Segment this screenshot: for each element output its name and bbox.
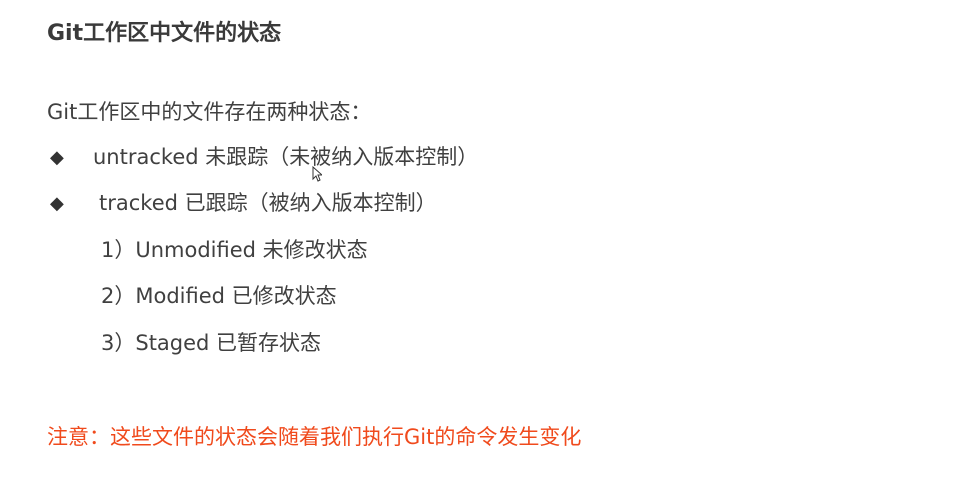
bullet-untracked: untracked 未跟踪（未被纳入版本控制） [93, 145, 479, 169]
state-unmodified: 1）Unmodified 未修改状态 [101, 238, 368, 262]
bullet-diamond-icon: ◆ [50, 193, 64, 214]
slide-title: Git工作区中文件的状态 [47, 21, 282, 46]
mouse-cursor-icon [312, 166, 322, 182]
bullet-tracked: tracked 已跟踪（被纳入版本控制） [99, 191, 437, 215]
intro-text: Git工作区中的文件存在两种状态： [47, 100, 372, 124]
note-text: 注意：这些文件的状态会随着我们执行Git的命令发生变化 [47, 425, 582, 449]
state-staged: 3）Staged 已暂存状态 [101, 331, 322, 355]
state-modified: 2）Modified 已修改状态 [101, 284, 337, 308]
bullet-diamond-icon: ◆ [50, 147, 64, 168]
